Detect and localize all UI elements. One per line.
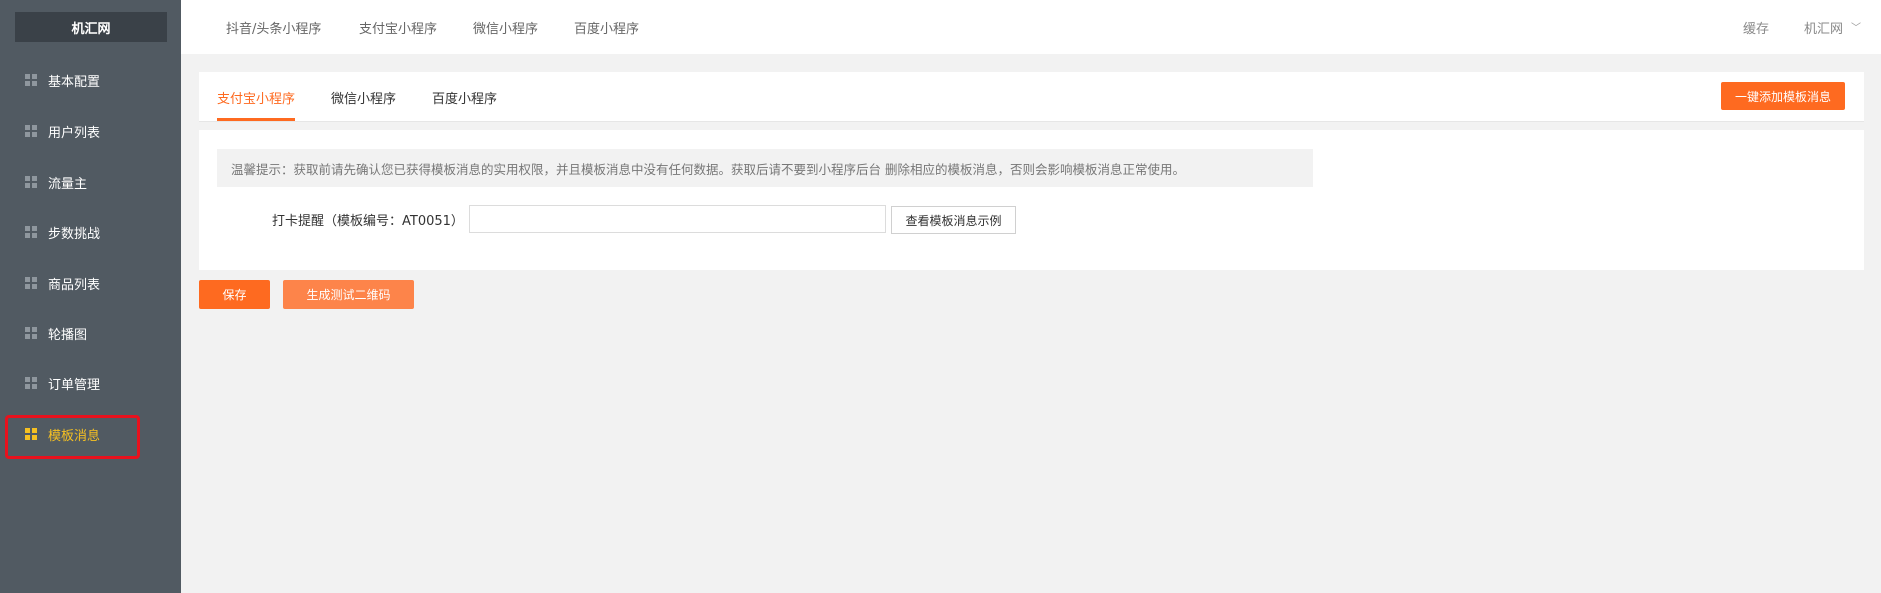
sidebar-item-label: 基本配置 xyxy=(48,74,101,90)
sidebar: 机汇网 基本配置 用户列表 流量主 步数挑战 商品列表 轮播图 订单管理 模板消… xyxy=(0,0,181,593)
sidebar-item-basic-config[interactable]: 基本配置 xyxy=(0,60,181,100)
generate-qrcode-button[interactable]: 生成测试二维码 xyxy=(283,280,414,309)
sidebar-item-traffic[interactable]: 流量主 xyxy=(0,162,181,202)
grid-icon xyxy=(25,377,37,389)
sidebar-item-label: 商品列表 xyxy=(48,277,101,293)
tip-banner: 温馨提示：获取前请先确认您已获得模板消息的实用权限，并且模板消息中没有任何数据。… xyxy=(217,149,1313,187)
sidebar-item-order-management[interactable]: 订单管理 xyxy=(0,363,181,403)
top-nav-baidu[interactable]: 百度小程序 xyxy=(574,0,639,54)
template-id-input[interactable] xyxy=(469,205,886,233)
tab-alipay[interactable]: 支付宝小程序 xyxy=(217,72,295,122)
checkin-reminder-label: 打卡提醒（模板编号：AT0051） xyxy=(272,213,464,229)
sidebar-item-step-challenge[interactable]: 步数挑战 xyxy=(0,212,181,252)
grid-icon xyxy=(25,176,37,188)
sidebar-item-label: 步数挑战 xyxy=(48,226,101,242)
sidebar-item-user-list[interactable]: 用户列表 xyxy=(0,111,181,151)
chevron-down-icon: ﹀ xyxy=(1851,22,1862,34)
save-button[interactable]: 保存 xyxy=(199,280,270,309)
grid-icon xyxy=(25,277,37,289)
user-menu[interactable]: 机汇网 ﹀ xyxy=(1804,0,1861,54)
sidebar-item-carousel[interactable]: 轮播图 xyxy=(0,313,181,353)
grid-icon xyxy=(25,226,37,238)
sidebar-item-label: 用户列表 xyxy=(48,125,101,141)
user-name: 机汇网 xyxy=(1804,21,1844,37)
grid-icon xyxy=(25,125,37,137)
sidebar-item-label: 订单管理 xyxy=(48,377,101,393)
add-template-button[interactable]: 一键添加模板消息 xyxy=(1721,82,1845,110)
active-item-highlight-box xyxy=(5,415,140,459)
sidebar-item-label: 轮播图 xyxy=(48,327,88,343)
sidebar-item-product-list[interactable]: 商品列表 xyxy=(0,263,181,303)
tab-wechat[interactable]: 微信小程序 xyxy=(331,72,396,122)
top-nav-douyin[interactable]: 抖音/头条小程序 xyxy=(226,0,321,54)
cache-link[interactable]: 缓存 xyxy=(1743,0,1769,54)
grid-icon xyxy=(25,74,37,86)
grid-icon xyxy=(25,327,37,339)
top-nav-wechat[interactable]: 微信小程序 xyxy=(473,0,538,54)
view-example-button[interactable]: 查看模板消息示例 xyxy=(891,206,1016,234)
top-nav-alipay[interactable]: 支付宝小程序 xyxy=(359,0,437,54)
active-tab-underline xyxy=(217,118,295,121)
sidebar-item-label: 流量主 xyxy=(48,176,88,192)
sidebar-logo[interactable]: 机汇网 xyxy=(15,12,167,42)
tab-baidu[interactable]: 百度小程序 xyxy=(432,72,497,122)
